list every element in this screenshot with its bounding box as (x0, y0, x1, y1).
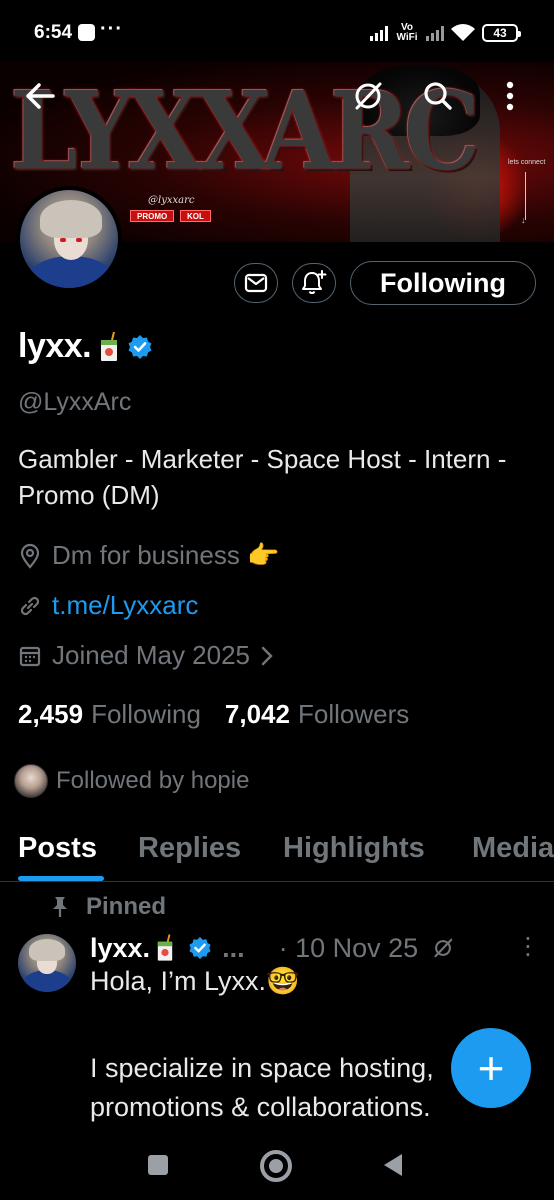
profile-name: lyxx. (18, 327, 92, 365)
more-button[interactable] (490, 76, 530, 116)
notifications-button[interactable] (292, 263, 336, 303)
banner-handle: @lyxxarc (148, 195, 195, 206)
following-count-link[interactable]: 2,459 Following (18, 699, 201, 730)
profile-bio: Gambler - Marketer - Space Host - Intern… (18, 444, 507, 510)
profile-name-row: lyxx. (18, 327, 153, 366)
avatar-eye (76, 238, 82, 242)
grok-button[interactable] (348, 76, 388, 116)
followers-label: Followers (297, 699, 410, 729)
banner-divider (525, 172, 526, 220)
active-tab-indicator (18, 876, 104, 881)
battery-level: 43 (493, 26, 507, 40)
grok-icon[interactable] (432, 937, 454, 959)
post-text-line: Hola, I’m Lyxx.🤓 (90, 966, 300, 996)
post-author-ellipsis: ... (222, 932, 245, 963)
mail-icon (244, 273, 268, 293)
profile-joined-row[interactable]: Joined May 2025 (18, 640, 274, 671)
banner-side-note: lets connect (508, 159, 546, 166)
recents-button[interactable] (148, 1155, 168, 1175)
joined-text: Joined May 2025 (52, 640, 251, 670)
profile-avatar[interactable] (16, 186, 122, 292)
tab-media[interactable]: Media (472, 832, 554, 865)
avatar-hair (40, 200, 102, 238)
more-vertical-icon (506, 81, 514, 111)
search-icon (424, 82, 452, 110)
system-nav-bar (0, 1128, 554, 1200)
following-label: Following (91, 699, 201, 729)
avatar-hood (26, 256, 116, 288)
banner-arrow-icon: ↓ (521, 215, 526, 225)
notification-icon (78, 24, 95, 41)
status-time: 6:54 (34, 22, 73, 43)
banner-logo: LYXXARC (10, 67, 480, 195)
location-text: Dm for business 👉 (52, 540, 280, 570)
profile-location: Dm for business 👉 (18, 540, 279, 571)
grok-icon (355, 82, 382, 110)
avatar-eye (60, 238, 66, 242)
vowifi-indicator: Vo WiFi (396, 22, 418, 43)
pin-icon (53, 897, 67, 917)
calendar-icon (19, 646, 41, 666)
chevron-right-icon (261, 646, 273, 665)
followed-by[interactable]: Followed by hopie (14, 764, 249, 798)
location-pin-icon (20, 543, 40, 569)
more-notifications-indicator: ··· (100, 18, 123, 40)
juice-box-icon (157, 934, 173, 961)
search-button[interactable] (418, 76, 458, 116)
signal-2-icon (426, 25, 444, 41)
followers-count-link[interactable]: 7,042 Followers (225, 699, 409, 730)
battery-icon: 43 (482, 24, 521, 42)
message-button[interactable] (234, 263, 278, 303)
signal-icon (370, 25, 388, 41)
tab-replies[interactable]: Replies (138, 832, 241, 865)
wifi-icon (451, 24, 475, 41)
back-button[interactable] (20, 76, 60, 116)
banner-tag-kol: KOL (180, 210, 211, 222)
tab-highlights[interactable]: Highlights (283, 832, 425, 865)
post-text-line: I specialize in space hosting, (90, 1053, 434, 1083)
bell-plus-icon (302, 270, 327, 294)
back-arrow-icon (26, 83, 55, 109)
post-header: lyxx. ... · 10 Nov 25 ⋮ (90, 928, 540, 968)
following-count: 2,459 (18, 699, 84, 729)
follower-avatar (14, 764, 48, 798)
home-button[interactable] (260, 1150, 292, 1182)
back-nav-button[interactable] (384, 1154, 402, 1176)
status-bar: 6:54 ··· Vo WiFi 43 (0, 0, 554, 62)
compose-button[interactable]: + (451, 1028, 531, 1108)
following-button[interactable]: Following (350, 261, 536, 305)
post-author-name[interactable]: lyxx. (90, 933, 150, 964)
status-icons: Vo WiFi 43 (370, 20, 521, 46)
post-date: · 10 Nov 25 (278, 932, 419, 963)
profile-link[interactable]: t.me/Lyxxarc (52, 590, 198, 621)
verified-badge-icon[interactable] (127, 334, 153, 360)
profile-handle: @LyxxArc (18, 388, 132, 416)
juice-box-icon (101, 331, 118, 361)
profile-tabs: Posts Replies Highlights Media (0, 822, 554, 882)
post-author-avatar[interactable] (18, 934, 76, 992)
followed-by-text: Followed by hopie (56, 767, 250, 794)
tab-posts[interactable]: Posts (18, 832, 97, 865)
pinned-label: Pinned (52, 893, 166, 921)
avatar-hair (29, 939, 65, 961)
link-icon (20, 596, 40, 615)
profile-link-row[interactable]: t.me/Lyxxarc (18, 590, 198, 621)
pinned-text: Pinned (86, 893, 167, 920)
followers-count: 7,042 (224, 699, 290, 729)
post-more-button[interactable]: ⋮ (516, 932, 540, 961)
post-text-line: promotions & collaborations. (90, 1092, 431, 1122)
banner-tag-promo: PROMO (130, 210, 175, 222)
follow-counts: 2,459 Following 7,042 Followers (18, 699, 409, 730)
verified-badge-icon (189, 936, 211, 960)
